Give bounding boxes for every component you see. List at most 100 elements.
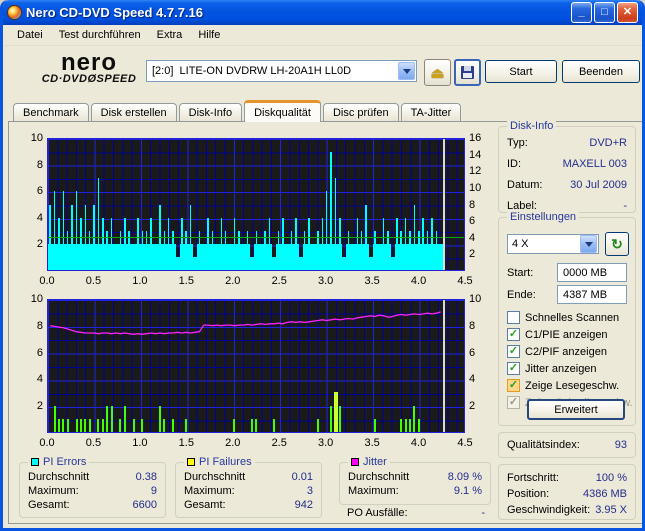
cdspeed-logo-text: CD·DVDØSPEED [31, 73, 147, 85]
checkbox-box: ✓ [507, 396, 520, 409]
advanced-button[interactable]: Erweitert [527, 399, 625, 420]
tab-disc-pr-fen[interactable]: Disc prüfen [323, 103, 399, 122]
scan-position-marker [443, 300, 445, 432]
pi-error-bar [335, 178, 337, 270]
quality-index-label: Qualitätsindex: [507, 439, 580, 451]
quality-index-value: 93 [615, 439, 627, 451]
stat-value: 0.01 [292, 471, 313, 483]
tab-benchmark[interactable]: Benchmark [13, 103, 89, 122]
pi-error-bar [63, 191, 65, 270]
menu-hilfe[interactable]: Hilfe [190, 27, 228, 43]
x-axis-tick-label: 2.0 [218, 437, 248, 449]
pi-error-bar [137, 218, 139, 270]
stat-label: ID: [507, 158, 521, 170]
pi-failures-legend-swatch [187, 458, 195, 466]
stat-value: 4386 MB [583, 488, 627, 500]
stat-label: Maximum: [28, 485, 79, 497]
drive-select-arrow[interactable] [398, 62, 415, 80]
stat-label: Gesamt: [28, 499, 70, 511]
refresh-button[interactable]: ↻ [605, 232, 629, 256]
application-window: Nero CD-DVD Speed 4.7.7.16 _ □ ✕ DateiTe… [0, 0, 645, 531]
refresh-icon: ↻ [611, 236, 623, 253]
pi-error-bar [111, 218, 113, 270]
start-field[interactable]: 0000 MB [557, 263, 627, 282]
pi-error-bar [282, 218, 284, 270]
stat-value: - [623, 200, 627, 212]
stat-value: 9 [151, 485, 157, 497]
close-button[interactable]: ✕ [617, 2, 638, 23]
speed-select-arrow[interactable] [580, 235, 597, 253]
pi-errors-panel: PI Errors Durchschnitt0.38Maximum:9Gesam… [19, 462, 166, 518]
menu-test-durchf-hren[interactable]: Test durchführen [51, 27, 149, 43]
stat-value: 0.38 [136, 471, 157, 483]
pi-error-bar [234, 218, 236, 270]
tab-ta-jitter[interactable]: TA-Jitter [401, 103, 462, 122]
checkbox-jitter-anzeigen[interactable]: ✓Jitter anzeigen [507, 361, 597, 376]
menu-datei[interactable]: Datei [9, 27, 51, 43]
stat-label: Durchschnitt [184, 471, 245, 483]
x-axis-tick-label: 3.5 [357, 275, 387, 287]
minimize-button[interactable]: _ [571, 2, 592, 23]
x-axis-tick-label: 0.5 [78, 437, 108, 449]
stat-value: 3 [307, 485, 313, 497]
menu-extra[interactable]: Extra [149, 27, 191, 43]
pi-error-bar [207, 218, 209, 270]
checkbox-box[interactable]: ✓ [507, 328, 520, 341]
x-axis-tick-label: 1.5 [171, 275, 201, 287]
menu-bar: DateiTest durchführenExtraHilfe [3, 25, 642, 46]
drive-select[interactable]: [2:0] LITE-ON DVDRW LH-20A1H LL0D [146, 60, 417, 82]
pi-error-bar [357, 218, 359, 270]
jitter-line [48, 300, 464, 432]
y-axis-tick-label: 12 [469, 165, 481, 177]
checkbox-box[interactable]: ✓ [507, 379, 520, 392]
po-failures-value: - [481, 507, 485, 519]
tab-diskqualit-t[interactable]: Diskqualität [244, 100, 321, 122]
disk-info-title: Disk-Info [510, 120, 553, 132]
stat-value: 8.09 % [448, 471, 482, 483]
stat-row: Fortschritt:100 % [507, 472, 627, 484]
stat-row: Durchschnitt0.38 [28, 471, 157, 483]
checkbox-schnelles-scannen[interactable]: Schnelles Scannen [507, 310, 619, 325]
jitter-legend-swatch [351, 458, 359, 466]
stat-value: DVD+R [589, 137, 627, 149]
x-axis-tick-label: 4.0 [404, 275, 434, 287]
pi-error-bar [431, 218, 433, 270]
checkbox-label: C2/PIF anzeigen [525, 346, 607, 358]
y-axis-tick-label: 6 [21, 347, 43, 359]
stat-label: Position: [507, 488, 549, 500]
checkbox-box[interactable]: ✓ [507, 362, 520, 375]
stat-row: Position: 4386 MB [507, 488, 627, 500]
stat-value: 9.1 % [454, 485, 482, 497]
pi-error-bar [102, 218, 104, 270]
title-bar[interactable]: Nero CD-DVD Speed 4.7.7.16 _ □ ✕ [3, 0, 642, 25]
x-axis-tick-label: 0.0 [32, 275, 62, 287]
quality-index-panel: Qualitätsindex: 93 [498, 432, 636, 458]
checkbox-box[interactable]: ✓ [507, 345, 520, 358]
tab-disk-erstellen[interactable]: Disk erstellen [91, 103, 177, 122]
y-axis-tick-label: 10 [21, 293, 43, 305]
drive-select-value: [2:0] LITE-ON DVDRW LH-20A1H LL0D [147, 65, 397, 77]
pi-error-bar [405, 218, 407, 270]
checkbox-c1-pie-anzeigen[interactable]: ✓C1/PIE anzeigen [507, 327, 608, 342]
tab-strip: BenchmarkDisk erstellenDisk-InfoDiskqual… [13, 100, 463, 122]
y-axis-tick-label: 10 [469, 293, 481, 305]
save-button[interactable] [454, 59, 481, 86]
speed-select[interactable]: 4 X [507, 234, 599, 254]
checkbox-box[interactable] [507, 311, 520, 324]
y-axis-tick-label: 6 [469, 347, 475, 359]
start-button[interactable]: Start [485, 60, 557, 83]
eject-button[interactable]: ⏏ [424, 59, 451, 86]
checkbox-c2-pif-anzeigen[interactable]: ✓ C2/PIF anzeigen [507, 344, 607, 359]
y-axis-tick-label: 2 [21, 400, 43, 412]
jitter-panel: Jitter Durchschnitt8.09 %Maximum:9.1 % [339, 462, 491, 505]
checkbox-zeige-lesegeschw-[interactable]: ✓Zeige Lesegeschw. [507, 378, 619, 393]
pi-error-bar [80, 218, 82, 270]
tab-disk-info[interactable]: Disk-Info [179, 103, 242, 122]
po-failures-row: PO Ausfälle: - [347, 507, 485, 519]
disk-info-panel: Disk-Info Typ:DVD+RID:MAXELL 003Datum:30… [498, 126, 636, 213]
x-axis-tick-label: 0.5 [78, 275, 108, 287]
end-field[interactable]: 4387 MB [557, 285, 627, 304]
quit-button[interactable]: Beenden [562, 60, 640, 83]
maximize-button[interactable]: □ [594, 2, 615, 23]
y-axis-tick-label: 10 [469, 182, 481, 194]
